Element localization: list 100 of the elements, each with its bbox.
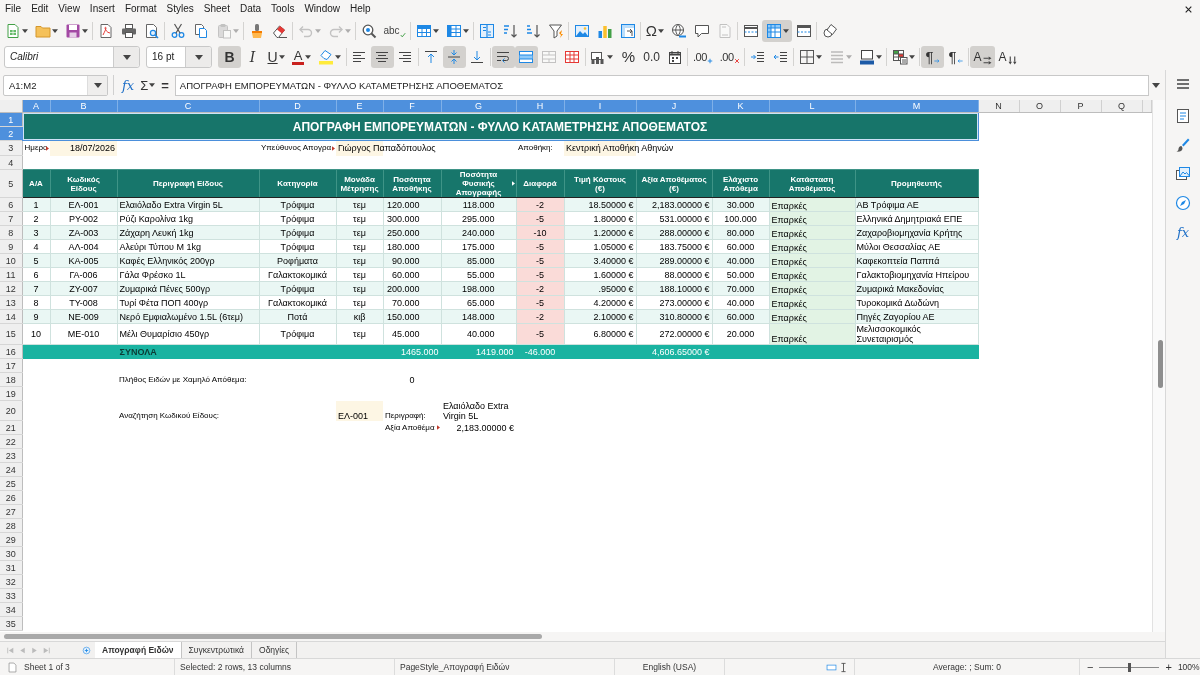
align-top-icon [423,49,440,65]
caret-icon [657,29,664,33]
field-label: Αποθήκη: [518,143,553,153]
font-color-button[interactable]: A [288,46,315,68]
add-decimal-button[interactable]: .00 [689,46,717,68]
table-cell: 273.00000 € [636,295,712,310]
status-text: PageStyle_Απογραφή Ειδών [400,662,510,672]
vertical-scrollbar[interactable] [1158,340,1163,388]
menu-item[interactable]: Format [119,0,162,18]
name-box[interactable]: A1:M2 [3,74,108,96]
column-header-cell: Κωδικός Είδους [50,169,117,198]
column-header[interactable]: N [978,100,1019,113]
formula-button[interactable]: = [158,74,172,96]
menu-item[interactable]: Styles [161,0,199,18]
menu-icon [1175,76,1191,92]
text-left-to-right-button[interactable]: A [970,46,996,68]
caret-icon [432,29,439,33]
spelling-button[interactable]: abc [380,20,410,42]
sort-ascending-icon [501,23,518,39]
row-header[interactable]: 5 [0,169,22,198]
number-button[interactable]: 0.0 [639,46,664,68]
sum-button[interactable]: Σ [137,74,159,96]
menu-item[interactable]: Edit [26,0,54,18]
redo-icon [327,23,344,39]
percent-button[interactable]: % [616,46,640,68]
sheet-tab[interactable]: Συγκεντρωτικά [181,642,252,658]
bold-button[interactable]: B [218,46,241,68]
menu-item[interactable]: View [53,0,85,18]
slider-thumb[interactable] [1127,662,1131,672]
horizontal-scrollbar[interactable] [4,634,542,639]
right-arrow-icon [933,58,940,64]
wrap-text-button[interactable] [491,46,515,68]
table-cell: 183.75000 € [636,239,712,254]
freeze-button[interactable] [762,20,793,42]
eraser-icon [271,23,288,39]
menu-item[interactable]: Help [345,0,376,18]
right-arrows-icon [982,56,992,65]
align-center-button[interactable] [370,46,394,68]
formula-input[interactable]: ΑΠΟΓΡΑΦΗ ΕΜΠΟΡΕΥΜΑΤΩΝ - ΦΥΛΛΟ ΚΑΤΑΜΕΤΡΗΣΗΣ ΑΠΟΘΕΜΑΤΟΣ [174,74,1149,96]
caret-icon [845,55,852,59]
table-cell: τεμ [336,295,383,310]
table-cell: Γαλακτοκομικά [259,267,336,282]
menu-item[interactable]: Window [299,0,345,18]
font-size-field[interactable]: 16 pt [146,46,212,68]
table-cell: τεμ [336,211,383,226]
unmerge-cells-icon [564,49,581,65]
row-header[interactable]: 15 [0,323,22,345]
font-name-field[interactable]: Calibri [4,46,140,68]
border-style-icon [828,49,845,65]
dropdown-button[interactable] [113,47,139,67]
italic-button[interactable]: I [241,46,264,68]
zoom-out-button[interactable]: − [1085,661,1096,673]
header-text: Ποσότητα Φυσικής Απογραφής [455,170,502,197]
sheet-tab[interactable]: Απογραφή Ειδών [95,642,182,658]
field-value: ΕΛ-001 [338,410,369,421]
copy-icon [192,23,209,39]
function-wizard-button[interactable]: fx [119,74,138,96]
money-icon [590,49,607,65]
special-character-button[interactable]: Ω [642,20,668,42]
sheet-tab[interactable]: Οδηγίες [252,642,298,658]
calendar-icon [667,49,683,65]
column-header[interactable]: Q [1101,100,1142,113]
delete-decimal-button[interactable]: .00 [716,46,744,68]
bar-chart-icon [596,23,613,39]
menu-item[interactable]: Sheet [198,0,235,18]
merge-center-button[interactable] [514,46,538,68]
align-center-icon [374,49,391,65]
menu-item[interactable]: Tools [266,0,300,18]
table-cell: Τυρί Φέτα ΠΟΠ 400γρ [117,295,259,310]
caret-icon [93,82,102,88]
table-cell: 50.000 [712,267,769,282]
table-cell: Ρύζι Καρολίνα 1kg [117,211,259,226]
dropdown-button[interactable] [185,47,211,67]
underline-button[interactable]: U [264,46,289,68]
table-cell: Μύλοι Θεσσαλίας ΑΕ [855,239,978,254]
zoom-in-button[interactable]: + [1163,661,1174,673]
spreadsheet-document-icon [4,23,21,39]
column-header[interactable]: O [1019,100,1060,113]
table-cell: 60.000 [712,239,769,254]
menu-item[interactable]: Insert [84,0,120,18]
text-top-to-bottom-button[interactable]: A [995,46,1021,68]
field-value: 18/07/2026 [69,143,115,154]
row-header[interactable]: 20 [0,400,22,421]
table-cell: τεμ [336,267,383,282]
first-arrow-icon [5,645,15,655]
table-cell: 1.60000 € [564,267,636,282]
functions-button[interactable]: fx [1171,221,1195,243]
table-cell: 55.000 [441,267,516,282]
column-header-cell: Αξία Αποθέματος (€) [636,169,712,198]
menu-item[interactable]: Data [234,0,267,18]
column-header[interactable]: P [1060,100,1101,113]
table-cell: 10 [22,323,50,345]
caret-icon [462,29,469,33]
right-to-left-button[interactable]: ¶ [944,46,968,68]
menu-item[interactable]: File [0,0,27,18]
dropdown-button[interactable] [87,75,107,95]
align-right-icon [397,49,414,65]
left-to-right-button[interactable]: ¶ [921,46,945,68]
table-cell: 531.00000 € [636,211,712,226]
table-cell: ΡΥ-002 [50,211,117,226]
